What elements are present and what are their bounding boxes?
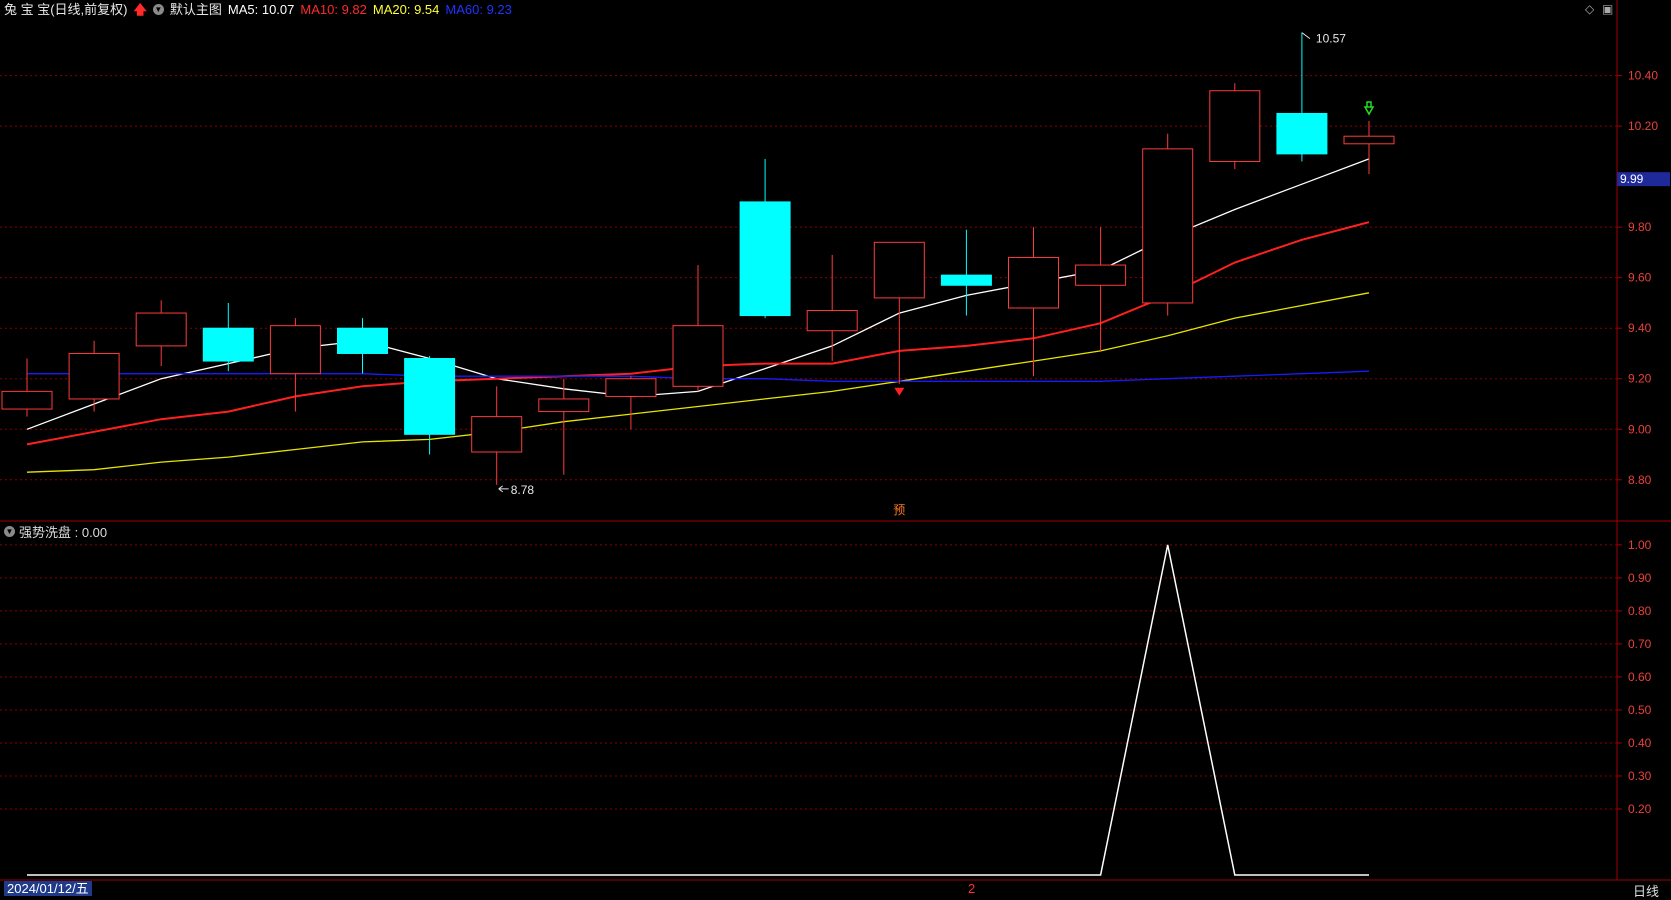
candle-body — [202, 327, 254, 362]
candle-body — [806, 310, 858, 332]
sub-tick-label: 0.90 — [1628, 571, 1652, 585]
current-price-label: 9.99 — [1620, 172, 1644, 186]
candle-body — [1276, 112, 1328, 155]
candle-down — [739, 158, 791, 319]
price-tick-label: 9.40 — [1628, 321, 1652, 335]
candle-up — [269, 318, 321, 412]
candle-up — [806, 254, 858, 362]
candle-up — [135, 300, 187, 367]
candle-body — [135, 312, 187, 347]
candle-body — [1209, 90, 1261, 162]
candle-body — [873, 241, 925, 299]
candle-body — [471, 416, 523, 453]
candle-body — [337, 327, 388, 354]
candle-up — [1142, 133, 1194, 316]
price-tick-label: 9.60 — [1628, 271, 1652, 285]
candle-up — [538, 378, 590, 475]
candle-body — [1142, 148, 1194, 304]
sub-indicator-header: ▼ 强势洗盘 : 0.00 — [4, 522, 107, 541]
candle-body — [1343, 135, 1395, 145]
candle-body — [538, 398, 590, 413]
candle-down — [337, 318, 388, 374]
candle-down — [202, 302, 254, 372]
candle-body — [739, 201, 791, 317]
period-label[interactable]: 日线 — [1633, 881, 1659, 900]
sub-tick-label: 0.70 — [1628, 637, 1652, 651]
candle-up — [672, 265, 724, 392]
candle-up — [1075, 227, 1127, 351]
sub-tick-label: 0.50 — [1628, 703, 1652, 717]
candle-up — [1209, 83, 1261, 170]
candle-down — [1276, 32, 1328, 162]
candle-body — [269, 325, 321, 375]
pre-label: 预 — [893, 503, 905, 517]
candle-body — [1075, 264, 1127, 286]
sell-signal-icon — [894, 387, 905, 396]
sub-tick-label: 0.80 — [1628, 604, 1652, 618]
bottom-marker: 2 — [968, 881, 976, 896]
sub-tick-label: 0.40 — [1628, 736, 1652, 750]
candle-up — [873, 241, 925, 384]
candle-body — [605, 378, 657, 397]
low-arrow-icon — [498, 485, 509, 493]
candle-body — [404, 358, 456, 435]
price-tick-label: 8.80 — [1628, 473, 1652, 487]
price-tick-label: 9.80 — [1628, 220, 1652, 234]
price-tick-label: 9.20 — [1628, 372, 1652, 386]
price-tick-label: 10.40 — [1628, 69, 1658, 83]
sub-tick-label: 0.20 — [1628, 802, 1652, 816]
candle-up — [1008, 227, 1059, 377]
candle-body — [672, 325, 724, 387]
candle-body — [68, 352, 120, 400]
sub-tick-label: 0.60 — [1628, 670, 1652, 684]
sub-tick-label: 1.00 — [1628, 538, 1652, 552]
candle-up — [68, 340, 120, 412]
high-arrow-icon — [1301, 32, 1311, 40]
buy-signal-icon — [1363, 101, 1375, 116]
candle-up — [471, 386, 523, 485]
date-label: 2024/01/12/五 — [4, 881, 92, 896]
candle-body — [940, 274, 992, 286]
candle-body — [1, 390, 53, 410]
candle-body — [1008, 256, 1059, 309]
candle-down — [940, 229, 992, 316]
sub-indicator-label[interactable]: 强势洗盘 : 0.00 — [19, 522, 107, 541]
candle-up — [605, 376, 657, 430]
kline-chart[interactable]: 10.40 10.20 9.80 9.60 9.40 9.20 9.00 8.80 9.99 1… — [0, 0, 1671, 897]
candle-up — [1, 358, 53, 417]
high-price-label: 10.57 — [1316, 32, 1346, 46]
dropdown-circle-icon[interactable]: ▼ — [4, 526, 15, 537]
price-tick-label: 9.00 — [1628, 422, 1652, 436]
price-tick-label: 10.20 — [1628, 119, 1658, 133]
low-price-label: 8.78 — [511, 483, 535, 497]
sub-tick-label: 0.30 — [1628, 769, 1652, 783]
sub-indicator-line — [27, 544, 1369, 876]
